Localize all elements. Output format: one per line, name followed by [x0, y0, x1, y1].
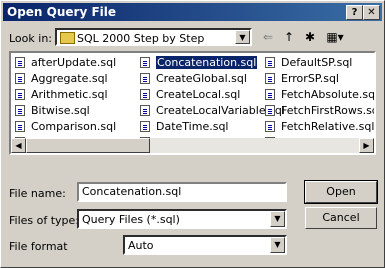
new-folder-icon[interactable]: ✱ [300, 28, 320, 46]
files-of-type-dropdown[interactable]: Query Files (*.sql) ▼ [77, 209, 287, 229]
sql-file-icon [265, 73, 275, 84]
file-item-label: FetchFirstRows.sql [281, 104, 376, 117]
sql-file-icon [140, 105, 150, 116]
window-title: Open Query File [7, 5, 117, 19]
file-item-label: Bitwise.sql [31, 104, 90, 117]
file-item-label: DefaultSP.sql [281, 56, 353, 69]
file-item-label: FetchAbsolute.sql [281, 88, 376, 101]
open-query-file-dialog: Open Query File ? ✕ Look in: SQL 2000 St… [0, 0, 385, 268]
file-list[interactable]: afterUpdate.sql Aggregate.sql Arithmetic.s… [9, 51, 376, 155]
sql-file-icon [15, 57, 25, 68]
file-column-3: DefaultSP.sql ErrorSP.sql FetchAbsolute.sq… [263, 55, 376, 151]
file-format-value: Auto [128, 239, 154, 252]
file-item[interactable]: Arithmetic.sql [13, 87, 150, 103]
close-button[interactable]: ✕ [363, 5, 380, 20]
file-item[interactable]: Aggregate.sql [13, 71, 150, 87]
cancel-button[interactable]: Cancel [305, 207, 377, 229]
file-item-label: Concatenation.sql [156, 56, 258, 69]
sql-file-icon [15, 105, 25, 116]
file-name-label: File name: [9, 187, 66, 200]
file-item[interactable]: FetchRelative.sql [263, 119, 375, 135]
folder-icon [60, 32, 75, 44]
file-item[interactable]: FetchFirstRows.sql [263, 103, 376, 119]
horizontal-scrollbar[interactable]: ◀ ▶ [11, 138, 374, 153]
file-item-label: Aggregate.sql [31, 72, 108, 85]
file-format-label: File format [9, 240, 68, 253]
up-folder-icon[interactable]: ↑ [279, 28, 299, 46]
look-in-value: SQL 2000 Step by Step [77, 32, 205, 45]
file-item-label: FetchRelative.sql [281, 120, 375, 133]
file-item-label: DateTime.sql [156, 120, 229, 133]
sql-file-icon [265, 57, 275, 68]
file-item[interactable]: FetchAbsolute.sql [263, 87, 376, 103]
sql-file-icon [15, 121, 25, 132]
file-item[interactable]: Comparison.sql [13, 119, 150, 135]
scroll-thumb[interactable] [26, 138, 150, 153]
sql-file-icon [265, 121, 275, 132]
file-item[interactable]: ErrorSP.sql [263, 71, 374, 87]
file-item[interactable]: DefaultSP.sql [263, 55, 374, 71]
chevron-down-icon[interactable]: ▼ [270, 211, 285, 227]
sql-file-icon [140, 121, 150, 132]
open-button[interactable]: Open [304, 180, 378, 204]
file-column-1: afterUpdate.sql Aggregate.sql Arithmetic.s… [13, 55, 150, 151]
file-format-dropdown[interactable]: Auto ▼ [123, 235, 287, 255]
views-menu-icon[interactable]: ▦▾ [322, 28, 348, 46]
file-item-label: afterUpdate.sql [31, 56, 117, 69]
scroll-left-icon[interactable]: ◀ [11, 138, 26, 153]
file-name-input[interactable]: Concatenation.sql [77, 182, 287, 202]
file-item-label: Arithmetic.sql [31, 88, 108, 101]
sql-file-icon [265, 105, 275, 116]
file-item-label: ErrorSP.sql [281, 72, 339, 85]
sql-file-icon [140, 73, 150, 84]
back-icon[interactable]: ⇐ [258, 28, 278, 46]
chevron-down-icon[interactable]: ▼ [235, 30, 250, 44]
files-of-type-label: Files of type: [9, 214, 80, 227]
sql-file-icon [265, 89, 275, 100]
sql-file-icon [140, 89, 150, 100]
files-of-type-value: Query Files (*.sql) [82, 213, 180, 226]
look-in-dropdown[interactable]: SQL 2000 Step by Step ▼ [55, 28, 252, 46]
scroll-right-icon[interactable]: ▶ [359, 138, 374, 153]
title-bar[interactable]: Open Query File ? ✕ [3, 3, 382, 21]
file-item-label: CreateLocal.sql [156, 88, 241, 101]
sql-file-icon [15, 89, 25, 100]
file-item[interactable]: Bitwise.sql [13, 103, 150, 119]
sql-file-icon [140, 57, 150, 68]
sql-file-icon [15, 73, 25, 84]
file-item-label: CreateGlobal.sql [156, 72, 247, 85]
file-item-label: Comparison.sql [31, 120, 117, 133]
look-in-label: Look in: [9, 32, 52, 45]
chevron-down-icon[interactable]: ▼ [270, 237, 285, 253]
file-item[interactable]: afterUpdate.sql [13, 55, 150, 71]
help-button[interactable]: ? [346, 5, 363, 20]
